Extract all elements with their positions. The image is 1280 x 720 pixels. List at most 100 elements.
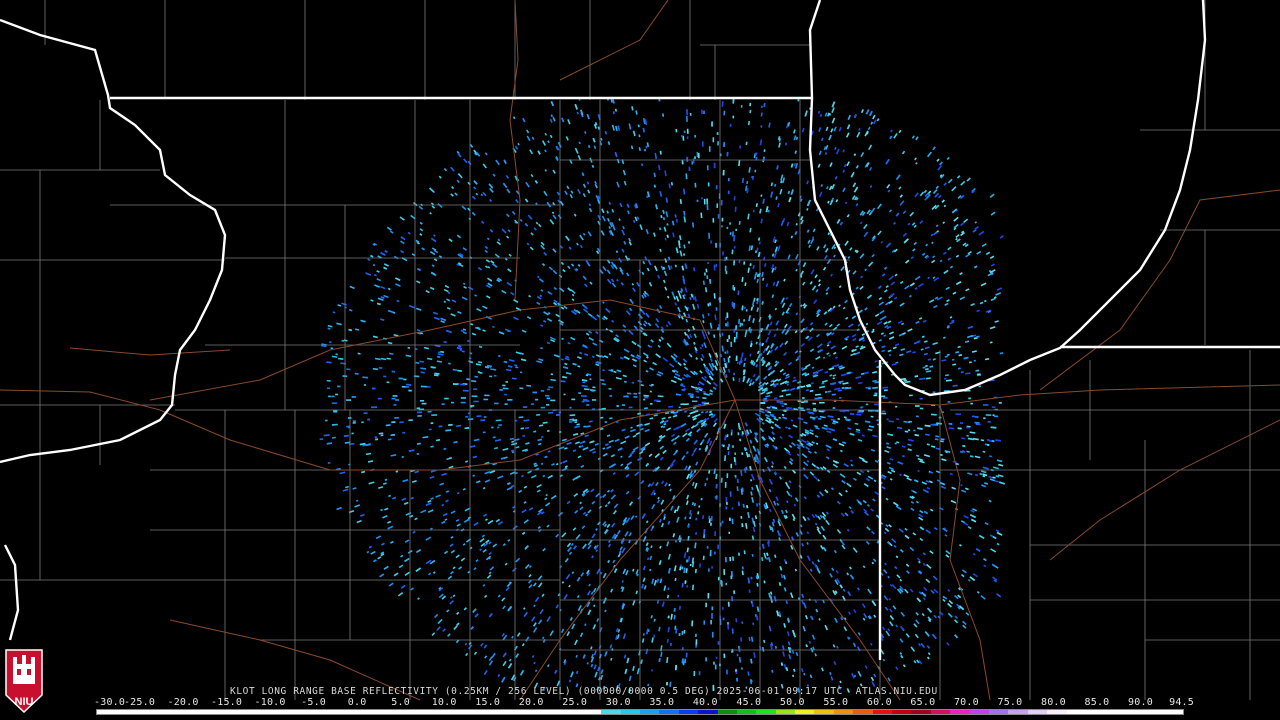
radar-echo — [452, 368, 458, 371]
radar-echo — [844, 512, 849, 517]
radar-echo — [336, 322, 342, 326]
radar-echo — [607, 141, 611, 146]
radar-echo — [560, 261, 565, 266]
radar-echo — [715, 473, 718, 480]
radar-echo — [523, 519, 529, 524]
radar-echo — [989, 326, 996, 330]
color-scale-swatch — [193, 710, 214, 714]
radar-echo — [433, 258, 438, 262]
radar-echo — [465, 415, 469, 418]
radar-echo — [961, 569, 967, 574]
radar-echo — [915, 619, 920, 625]
color-scale-swatch — [252, 710, 272, 714]
radar-echo — [733, 260, 736, 266]
radar-echo — [769, 509, 772, 513]
radar-echo — [881, 626, 886, 631]
radar-echo — [609, 395, 613, 397]
radar-echo — [473, 400, 479, 403]
radar-echo — [697, 383, 700, 386]
radar-echo — [704, 432, 709, 438]
radar-echo — [451, 299, 457, 303]
scale-tick-label: 10.0 — [431, 697, 457, 708]
radar-echo — [399, 240, 405, 245]
radar-echo — [674, 264, 677, 268]
radar-echo — [858, 381, 863, 385]
radar-echo — [430, 497, 434, 500]
radar-echo — [947, 257, 952, 261]
radar-echo — [797, 260, 802, 266]
radar-echo — [786, 500, 789, 504]
radar-echo — [370, 406, 378, 409]
radar-echo — [825, 126, 829, 132]
radar-echo — [513, 438, 520, 442]
radar-echo — [407, 231, 411, 235]
radar-echo — [988, 499, 992, 503]
radar-echo — [823, 424, 828, 428]
radar-echo — [845, 489, 848, 493]
radar-echo — [429, 475, 435, 479]
radar-echo — [815, 355, 821, 360]
color-scale-swatch — [736, 710, 757, 714]
radar-echo — [744, 357, 747, 362]
radar-echo — [533, 604, 536, 608]
radar-echo — [931, 445, 936, 448]
radar-echo — [727, 190, 730, 195]
radar-echo — [820, 137, 824, 142]
radar-echo — [552, 116, 556, 122]
radar-echo — [811, 462, 816, 468]
logo-text: NIU — [15, 696, 34, 708]
radar-echo — [919, 191, 925, 197]
radar-echo — [838, 285, 842, 289]
scale-tick-label: -25.0 — [123, 697, 156, 708]
radar-echo — [681, 658, 684, 664]
radar-echo — [863, 483, 869, 488]
radar-echo — [736, 653, 739, 657]
radar-echo — [874, 313, 880, 318]
radar-echo — [839, 449, 843, 453]
radar-echo — [447, 633, 451, 637]
radar-echo — [795, 136, 799, 140]
radar-echo — [400, 249, 405, 254]
radar-echo — [398, 564, 404, 569]
radar-echo — [530, 232, 534, 236]
radar-echo — [326, 442, 332, 445]
radar-echo — [504, 562, 508, 566]
radar-echo — [888, 466, 895, 471]
radar-echo — [764, 263, 767, 268]
radar-echo — [373, 559, 377, 563]
radar-echo — [659, 191, 663, 197]
radar-echo — [912, 532, 917, 536]
radar-echo — [520, 474, 524, 478]
radar-echo — [731, 648, 734, 653]
radar-echo — [884, 562, 887, 566]
radar-echo — [847, 427, 852, 430]
radar-echo — [686, 109, 688, 116]
radar-echo — [912, 351, 917, 354]
radar-echo — [747, 671, 750, 676]
radar-echo — [389, 230, 394, 234]
radar-echo — [561, 117, 565, 123]
color-scale-swatch — [872, 710, 893, 714]
radar-echo — [367, 460, 374, 463]
radar-echo — [676, 516, 680, 523]
radar-echo — [695, 517, 698, 521]
radar-echo — [519, 352, 524, 355]
radar-echo — [999, 235, 1004, 239]
radar-echo — [662, 449, 667, 454]
radar-echo — [725, 323, 727, 327]
radar-echo — [660, 522, 664, 528]
radar-echo — [511, 442, 518, 446]
radar-echo — [889, 292, 895, 298]
radar-echo — [686, 128, 689, 134]
radar-echo — [940, 440, 944, 443]
radar-echo — [833, 126, 837, 132]
radar-echo — [856, 471, 862, 476]
radar-echo — [907, 438, 914, 442]
radar-echo — [918, 643, 921, 647]
radar-echo — [647, 259, 652, 266]
radar-echo — [621, 229, 626, 236]
radar-echo — [786, 631, 790, 636]
radar-echo — [739, 145, 742, 149]
radar-echo — [970, 518, 977, 523]
radar-echo — [591, 164, 595, 168]
